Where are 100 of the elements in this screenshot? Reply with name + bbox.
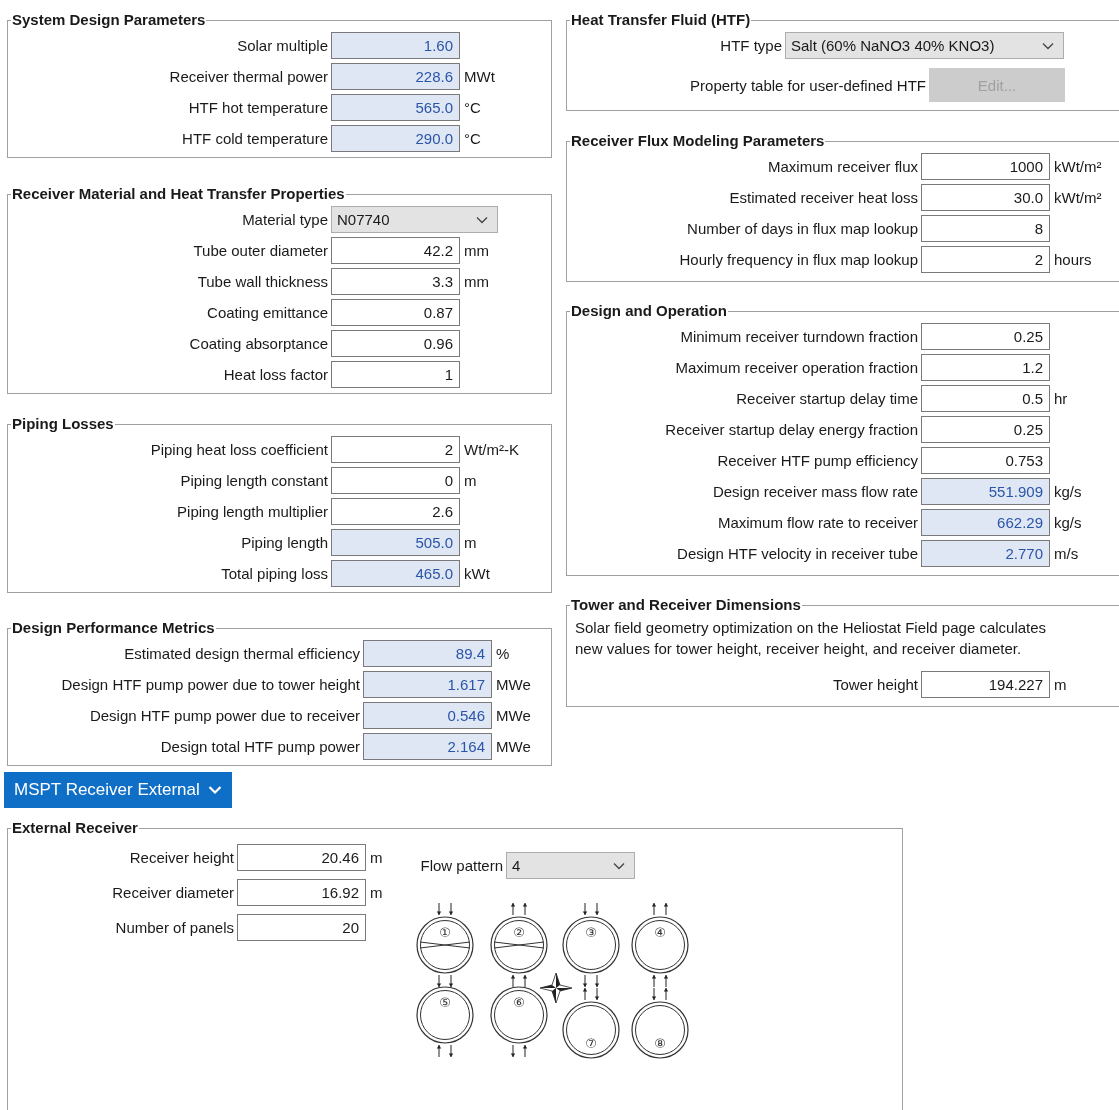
calculated-value-field[interactable]: 1.617 — [363, 671, 492, 698]
dropdown[interactable]: Salt (60% NaNO3 40% KNO3) — [785, 32, 1064, 59]
field-label: Design receiver mass flow rate — [711, 483, 919, 500]
group-title: Heat Transfer Fluid (HTF) — [570, 12, 752, 28]
unit-label: mm — [463, 273, 489, 290]
field-label: Receiver HTF pump efficiency — [716, 452, 919, 469]
unit-label: kWt/m² — [1053, 189, 1102, 206]
flow-pattern-diagram: ⑤ — [415, 986, 474, 1058]
input-field[interactable]: 194.227 — [921, 671, 1050, 698]
unit-label: hours — [1053, 251, 1092, 268]
input-field[interactable]: 1.2 — [921, 354, 1050, 381]
calculated-value-field[interactable]: 1.60 — [331, 32, 460, 59]
unit-label: m — [369, 884, 383, 901]
calculated-value-field[interactable]: 505.0 — [331, 529, 460, 556]
field-label: Minimum receiver turndown fraction — [679, 328, 919, 345]
calculated-value-field[interactable]: 465.0 — [331, 560, 460, 587]
input-field[interactable]: 0.753 — [921, 447, 1050, 474]
field-label: Tube wall thickness — [196, 273, 329, 290]
unit-label: m — [1053, 676, 1067, 693]
unit-label: MWe — [495, 676, 531, 693]
unit-label: % — [495, 645, 510, 662]
group-title: External Receiver — [11, 820, 139, 836]
group-title: Tower and Receiver Dimensions — [570, 597, 802, 613]
input-field[interactable]: 3.3 — [331, 268, 460, 295]
calculated-value-field[interactable]: 89.4 — [363, 640, 492, 667]
field-label: Solar multiple — [236, 37, 329, 54]
field-label: Piping length — [240, 534, 329, 551]
input-field[interactable]: 0.87 — [331, 299, 460, 326]
input-field[interactable]: 0.5 — [921, 385, 1050, 412]
input-field[interactable]: 30.0 — [921, 184, 1050, 211]
calculated-value-field[interactable]: 2.770 — [921, 540, 1050, 567]
input-field[interactable]: 20.46 — [237, 844, 366, 871]
dropdown[interactable]: 4 — [506, 852, 636, 879]
calculated-value-field[interactable]: 0.546 — [363, 702, 492, 729]
calculated-value-field[interactable]: 551.909 — [921, 478, 1050, 505]
field-label: Receiver thermal power — [168, 68, 329, 85]
flow-pattern-diagram: ⑦ — [561, 987, 620, 1059]
flow-pattern-diagram: ④ — [630, 902, 689, 988]
input-field[interactable]: 2 — [921, 246, 1050, 273]
unit-label: hr — [1053, 390, 1068, 407]
field-label: HTF cold temperature — [181, 130, 329, 147]
field-label: Maximum flow rate to receiver — [716, 514, 919, 531]
input-field[interactable]: 0.96 — [331, 330, 460, 357]
input-field[interactable]: 20 — [237, 914, 366, 941]
calculated-value-field[interactable]: 662.29 — [921, 509, 1050, 536]
input-field[interactable]: 2 — [331, 436, 460, 463]
input-field[interactable]: 1 — [331, 361, 460, 388]
unit-label: °C — [463, 130, 481, 147]
description-text: Solar field geometry optimization on the Heliostat Field page calculates new values for tower height, receiver height, and receiver diameter. — [574, 618, 1048, 659]
unit-label: m — [463, 534, 477, 551]
unit-label: MWe — [495, 707, 531, 724]
calculated-value-field[interactable]: 290.0 — [331, 125, 460, 152]
unit-label: kg/s — [1053, 514, 1082, 531]
field-label: Number of days in flux map lookup — [686, 220, 919, 237]
input-field[interactable]: 8 — [921, 215, 1050, 242]
input-field[interactable]: 2.6 — [331, 498, 460, 525]
field-label: Design HTF velocity in receiver tube — [676, 545, 919, 562]
field-label: Receiver height — [128, 849, 235, 866]
field-label: Piping length constant — [179, 472, 329, 489]
field-label: Heat loss factor — [222, 366, 329, 383]
input-field[interactable]: 0 — [331, 467, 460, 494]
group-title: System Design Parameters — [11, 12, 207, 28]
unit-label: kg/s — [1053, 483, 1082, 500]
field-label: Coating absorptance — [188, 335, 329, 352]
field-label: Design HTF pump power due to receiver — [88, 707, 361, 724]
calculated-value-field[interactable]: 565.0 — [331, 94, 460, 121]
input-field[interactable]: 0.25 — [921, 416, 1050, 443]
unit-label: MWt — [463, 68, 495, 85]
section-toggle-button[interactable]: MSPT Receiver External — [4, 772, 232, 808]
unit-label: kWt — [463, 565, 490, 582]
dropdown[interactable]: N07740 — [331, 206, 498, 233]
field-label: Tube outer diameter — [192, 242, 329, 259]
unit-label: mm — [463, 242, 489, 259]
group-title: Receiver Material and Heat Transfer Properties — [11, 186, 346, 202]
calculated-value-field[interactable]: 2.164 — [363, 733, 492, 760]
field-label: Total piping loss — [220, 565, 329, 582]
field-label: Receiver startup delay energy fraction — [664, 421, 919, 438]
unit-label: m — [369, 849, 383, 866]
field-label: Hourly frequency in flux map lookup — [678, 251, 919, 268]
group-title: Receiver Flux Modeling Parameters — [570, 133, 826, 149]
field-label: Maximum receiver flux — [766, 158, 919, 175]
field-label: Piping heat loss coefficient — [149, 441, 329, 458]
field-label: Flow pattern — [420, 857, 505, 874]
flow-pattern-diagram: ⑧ — [630, 987, 689, 1059]
calculated-value-field[interactable]: 228.6 — [331, 63, 460, 90]
group-title: Piping Losses — [11, 416, 115, 432]
field-label: Receiver startup delay time — [735, 390, 919, 407]
flow-pattern-diagram: ① — [415, 902, 474, 988]
field-label: Design HTF pump power due to tower height — [60, 676, 361, 693]
flow-pattern-diagram: ② — [489, 902, 548, 988]
field-label: Number of panels — [114, 919, 235, 936]
field-label: Estimated design thermal efficiency — [123, 645, 361, 662]
input-field[interactable]: 16.92 — [237, 879, 366, 906]
input-field[interactable]: 42.2 — [331, 237, 460, 264]
field-label: Coating emittance — [206, 304, 329, 321]
input-field[interactable]: 1000 — [921, 153, 1050, 180]
unit-label: kWt/m² — [1053, 158, 1102, 175]
unit-label: MWe — [495, 738, 531, 755]
input-field[interactable]: 0.25 — [921, 323, 1050, 350]
field-label: Property table for user-defined HTF — [689, 76, 927, 94]
